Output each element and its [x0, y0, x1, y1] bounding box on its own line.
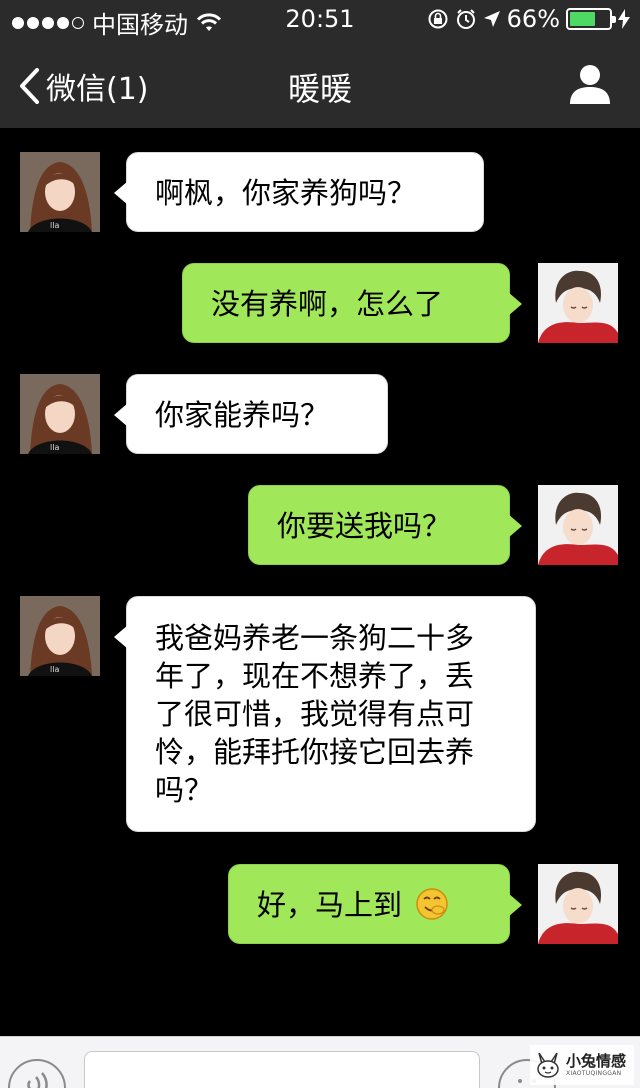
- battery-level: [570, 12, 596, 26]
- outgoing-message-bubble[interactable]: 没有养啊，怎么了: [182, 263, 522, 343]
- message-line: 了很可惜，我觉得有点可: [155, 697, 475, 731]
- voice-button[interactable]: [8, 1059, 66, 1088]
- incoming-message-bubble[interactable]: 我爸妈养老一条狗二十多 年了，现在不想养了，丢 了很可惜，我觉得有点可 怜，能拜…: [114, 596, 536, 832]
- chat-area[interactable]: lla 啊枫，你家养狗吗？ 没有养啊，怎么了 lla 你家能养吗？ 你要送我吗？…: [0, 128, 640, 1036]
- outgoing-message-bubble[interactable]: 你要送我吗？: [248, 485, 522, 565]
- back-button[interactable]: 微信(1): [18, 64, 149, 108]
- profile-icon[interactable]: [568, 62, 612, 106]
- message-line: 吗？: [155, 773, 214, 807]
- message-text: 你家能养吗？: [155, 398, 330, 432]
- svg-text:lla: lla: [50, 665, 59, 674]
- my-avatar[interactable]: [538, 485, 618, 565]
- message-input[interactable]: [84, 1051, 480, 1088]
- back-label: 微信(1): [46, 72, 149, 107]
- status-bar: 中国移动 20:51 66%: [0, 0, 640, 40]
- incoming-message-bubble[interactable]: 你家能养吗？: [114, 374, 388, 454]
- message-line: 我爸妈养老一条狗二十多: [155, 621, 475, 655]
- nav-bar: 微信(1) 暖暖: [0, 40, 640, 128]
- my-avatar[interactable]: [538, 263, 618, 343]
- incoming-message-bubble[interactable]: 啊枫，你家养狗吗？: [114, 152, 484, 232]
- charging-bolt-icon: [618, 9, 630, 29]
- chevron-left-icon: [20, 68, 39, 104]
- contact-avatar[interactable]: lla: [20, 374, 100, 454]
- battery-percent: 66%: [506, 5, 560, 33]
- svg-text:lla: lla: [50, 221, 59, 230]
- message-line: 怜，能拜托你接它回去养: [155, 735, 475, 769]
- voice-icon: [27, 1072, 48, 1088]
- message-text: 好，马上到: [257, 888, 403, 922]
- battery-icon: [566, 8, 616, 30]
- outgoing-message-bubble[interactable]: 好，马上到: [228, 864, 522, 944]
- snicker-emoji-icon: [416, 888, 448, 920]
- message-text: 啊枫，你家养狗吗？: [155, 176, 417, 210]
- message-line: 年了，现在不想养了，丢: [155, 659, 475, 693]
- contact-avatar[interactable]: lla: [20, 152, 100, 232]
- watermark: 小兔情感 XIAOTUQINGGAN: [530, 1045, 634, 1085]
- contact-avatar[interactable]: lla: [20, 596, 100, 676]
- watermark-subtitle: XIAOTUQINGGAN: [566, 1069, 622, 1077]
- rotation-lock-icon: [428, 9, 448, 29]
- message-text: 你要送我吗？: [277, 509, 452, 543]
- my-avatar[interactable]: [538, 864, 618, 944]
- svg-text:lla: lla: [50, 443, 59, 452]
- alarm-icon: [456, 9, 475, 29]
- input-bar: 小兔情感 XIAOTUQINGGAN: [0, 1036, 640, 1088]
- watermark-title: 小兔情感: [566, 1051, 627, 1070]
- message-text: 没有养啊，怎么了: [211, 287, 444, 321]
- chat-title: 暖暖: [287, 70, 352, 108]
- location-arrow-icon: [483, 11, 500, 27]
- status-bar-right: 66%: [427, 5, 630, 33]
- rabbit-logo-icon: [537, 1052, 559, 1078]
